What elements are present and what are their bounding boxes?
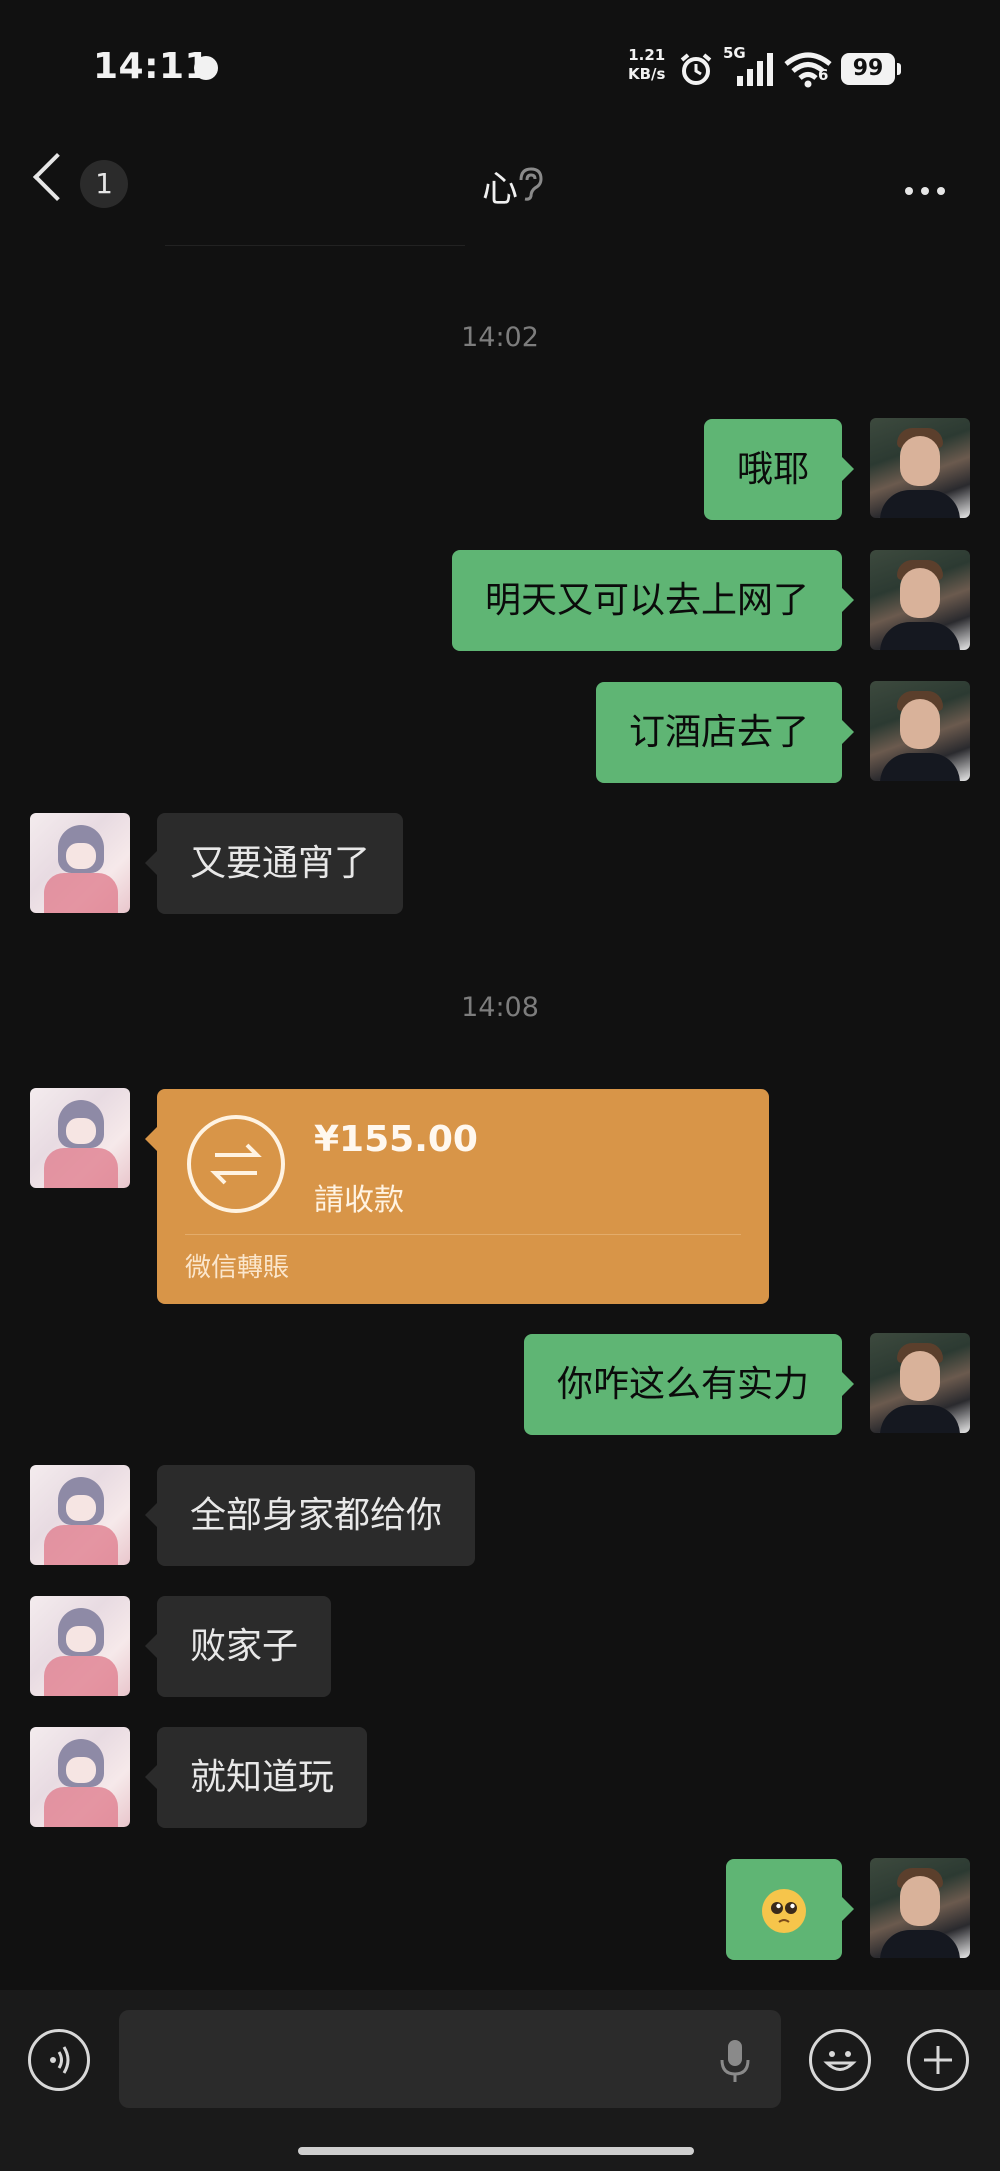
- my-avatar[interactable]: [870, 550, 970, 650]
- network-speed-unit: KB/s: [628, 65, 666, 83]
- message-timestamp: 14:08: [461, 992, 539, 1023]
- message-input[interactable]: [119, 2010, 781, 2108]
- pleading-face-emoji-icon: [762, 1889, 806, 1933]
- alarm-icon: [680, 53, 712, 85]
- message-bubble-sent[interactable]: 哦耶: [703, 419, 855, 520]
- network-speed-value: 1.21: [628, 46, 666, 64]
- earpiece-mode-icon: [519, 167, 543, 201]
- wechat-transfer-card[interactable]: ¥155.00 請收款 微信轉賬: [145, 1089, 769, 1304]
- message-bubble-sent[interactable]: 你咋这么有实力: [523, 1334, 855, 1435]
- smiley-icon: [823, 2051, 857, 2071]
- my-avatar[interactable]: [870, 1858, 970, 1958]
- voice-input-toggle[interactable]: [28, 2029, 90, 2091]
- emoji-button[interactable]: [809, 2029, 871, 2091]
- transfer-brand-label: 微信轉賬: [185, 1253, 290, 1283]
- voice-wave-icon: [50, 2046, 70, 2074]
- message-bubble-received[interactable]: 败家子: [144, 1596, 332, 1697]
- status-time: 14:11: [93, 46, 211, 87]
- chat-title: 心: [481, 169, 518, 210]
- header-divider: [165, 245, 465, 246]
- home-indicator[interactable]: [298, 2147, 694, 2155]
- message-bubble-received[interactable]: 全部身家都给你: [144, 1465, 476, 1566]
- transfer-status: 請收款: [314, 1183, 404, 1218]
- message-bubble-received[interactable]: 又要通宵了: [144, 813, 404, 914]
- transfer-amount: ¥155.00: [314, 1119, 478, 1160]
- my-avatar[interactable]: [870, 1333, 970, 1433]
- notification-app-icon: [194, 56, 218, 80]
- transfer-divider: [185, 1234, 741, 1235]
- message-bubble-received[interactable]: 就知道玩: [144, 1727, 368, 1828]
- contact-avatar[interactable]: [30, 1727, 130, 1827]
- contact-avatar[interactable]: [30, 1596, 130, 1696]
- microphone-icon[interactable]: [718, 2038, 752, 2084]
- message-bubble-sent[interactable]: [726, 1859, 854, 1960]
- my-avatar[interactable]: [870, 681, 970, 781]
- network-speed: 1.21 KB/s: [628, 46, 665, 84]
- contact-avatar[interactable]: [30, 813, 130, 913]
- contact-avatar[interactable]: [30, 1465, 130, 1565]
- message-bubble-sent[interactable]: 明天又可以去上网了: [451, 550, 855, 651]
- cellular-signal-icon: [737, 53, 773, 86]
- more-functions-button[interactable]: [907, 2029, 969, 2091]
- plus-icon: [924, 2046, 952, 2074]
- contact-avatar[interactable]: [30, 1088, 130, 1188]
- message-timestamp: 14:02: [461, 322, 539, 353]
- battery-level: 99: [841, 53, 901, 85]
- message-bubble-sent[interactable]: 订酒店去了: [595, 682, 855, 783]
- more-options-icon[interactable]: [905, 180, 953, 199]
- my-avatar[interactable]: [870, 418, 970, 518]
- transfer-arrows-icon: [187, 1115, 285, 1213]
- wifi-version: 6: [818, 66, 829, 84]
